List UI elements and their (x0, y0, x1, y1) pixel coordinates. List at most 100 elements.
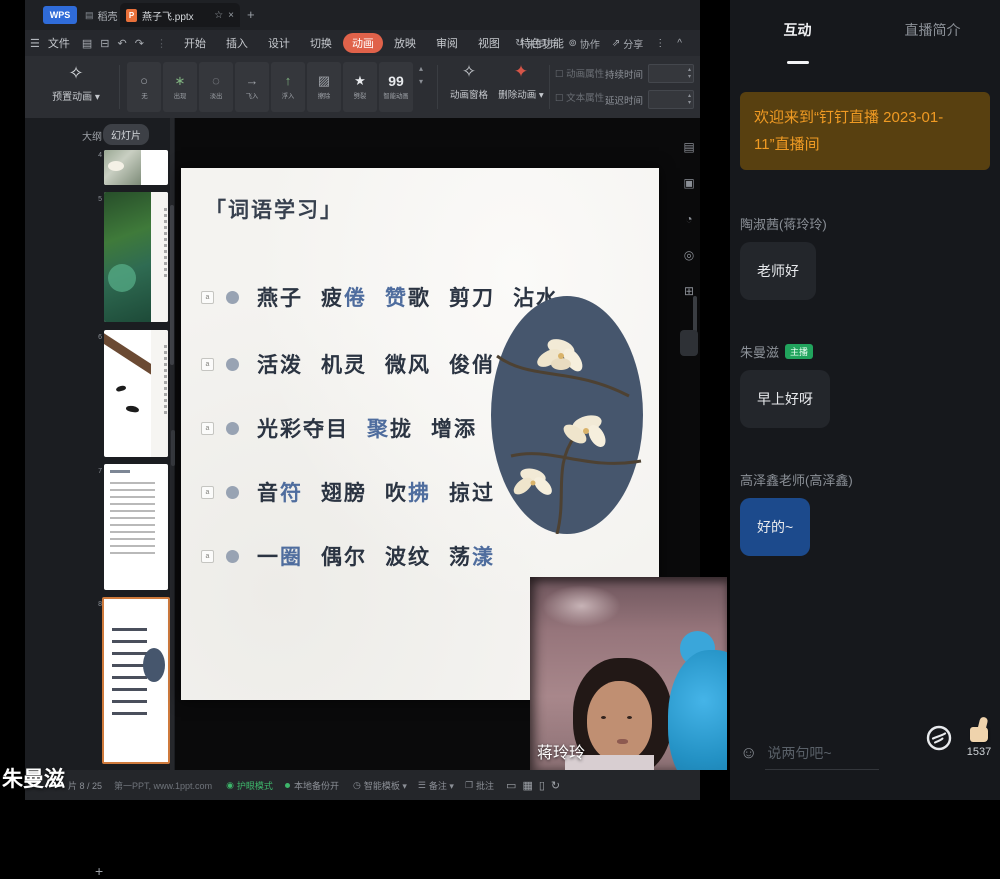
thumb-number: 6 (93, 334, 102, 341)
wps-home-button[interactable]: WPS (43, 6, 77, 24)
status-tool-备注 ▾[interactable]: ☰备注 ▾ (418, 779, 454, 792)
bullet-icon (226, 291, 239, 304)
side-tool-icon[interactable]: ◔ (685, 212, 692, 226)
menu-tab-审阅[interactable]: 审阅 (427, 33, 467, 53)
status-tool-批注[interactable]: ❐批注 (465, 779, 494, 792)
menu-tab-视图[interactable]: 视图 (469, 33, 509, 53)
animation-order-badge[interactable]: a (201, 486, 214, 499)
collapse-ribbon-icon[interactable]: ^ (677, 38, 682, 49)
animation-effect-cell[interactable]: ◌淡出 (199, 62, 233, 112)
view-icon[interactable]: ▯ (539, 779, 545, 792)
eye-protection-toggle[interactable]: ◉ 护眼模式 (226, 779, 273, 792)
side-tool-icon[interactable]: ▣ (683, 176, 694, 190)
file-menu[interactable]: 文件 (48, 35, 70, 51)
new-tab-button[interactable]: + (247, 7, 255, 22)
panel-splitter-grip[interactable] (693, 296, 697, 332)
menu-divider: ⋮ (156, 37, 167, 50)
animation-effect-label: 劈裂 (354, 91, 367, 100)
animation-pane-button[interactable]: ✧ 动画窗格 (447, 62, 491, 101)
quick-access-icon[interactable]: ↷ (135, 38, 144, 50)
word: 俊俏 (449, 349, 495, 379)
slide-thumbnail-6[interactable] (104, 330, 168, 457)
side-toolbar: ▤ ▣ ◔ ◎ ⊞ (676, 140, 702, 298)
side-tool-icon[interactable]: ◎ (684, 248, 694, 262)
animation-effect-cell[interactable]: 99智能动画 (379, 62, 413, 112)
local-backup-status[interactable]: 本地备份开 (285, 779, 339, 792)
hamburger-menu-icon[interactable]: ☰ (30, 37, 40, 50)
animation-ribbon: ✧ 预置动画 ▾ ○无∗出现◌淡出→飞入↑浮入▨擦除★劈裂99智能动画 ▴ ▾ … (25, 56, 700, 119)
animation-pane-label: 动画窗格 (447, 87, 491, 101)
chat-tab-直播简介[interactable]: 直播简介 (865, 20, 1000, 54)
view-icon[interactable]: ↻ (551, 779, 560, 792)
timing-spinner[interactable]: ▴▾ (648, 90, 694, 109)
slide-thumbnail-7[interactable] (104, 464, 168, 590)
menu-tab-切换[interactable]: 切换 (301, 33, 341, 53)
animation-order-badge[interactable]: a (201, 550, 214, 563)
menu-tab-插入[interactable]: 插入 (217, 33, 257, 53)
panel-splitter-grip[interactable] (171, 430, 175, 466)
word: 翅膀 (321, 477, 367, 507)
animation-order-badge[interactable]: a (201, 291, 214, 304)
view-icon[interactable]: ▦ (522, 779, 532, 792)
spinner-down-icon[interactable]: ▾ (688, 73, 691, 81)
slide-thumbnail-4[interactable] (104, 150, 168, 185)
more-options-icon[interactable]: ⋮ (655, 38, 665, 49)
side-tool-icon[interactable]: ▤ (683, 140, 694, 154)
quick-access-icon[interactable]: ⊟ (100, 38, 109, 50)
animation-effect-cell[interactable]: ∗出现 (163, 62, 197, 112)
quick-access-icon[interactable]: ↶ (118, 38, 127, 50)
gallery-up-icon[interactable]: ▴ (419, 64, 423, 73)
menu-action-未同步[interactable]: ↻未同步 (515, 36, 556, 51)
menu-action-协作[interactable]: ⊚协作 (569, 36, 600, 51)
student-webcam-feed[interactable]: 蒋玲玲 (530, 577, 727, 770)
favorite-star-icon[interactable]: ☆ (214, 10, 223, 21)
eye-label: 护眼模式 (237, 779, 273, 792)
menu-action-分享[interactable]: ⇗分享 (612, 36, 643, 51)
thumb-photo (104, 150, 141, 185)
thumbs-up-icon (970, 727, 988, 742)
timing-spinner[interactable]: ▴▾ (648, 64, 694, 83)
view-icon[interactable]: ▭ (506, 779, 516, 792)
side-toolbar-handle[interactable] (680, 330, 698, 356)
menu-tab-开始[interactable]: 开始 (175, 33, 215, 53)
slide-thumbnail-5[interactable] (104, 192, 168, 322)
gallery-scroll-arrows[interactable]: ▴ ▾ (419, 64, 423, 86)
animation-effect-label: 智能动画 (383, 91, 408, 100)
quick-access-icon[interactable]: ▤ (82, 38, 92, 50)
status-tool-智能模板 ▾[interactable]: ◷智能模板 ▾ (353, 779, 407, 792)
menu-tab-放映[interactable]: 放映 (385, 33, 425, 53)
tab-outline[interactable]: 大纲 (82, 128, 102, 143)
thumbnail-scrollbar-handle[interactable] (170, 205, 174, 365)
preset-animation-button[interactable]: ✧ 预置动画 ▾ (37, 62, 115, 103)
animation-effect-cell[interactable]: →飞入 (235, 62, 269, 112)
tab-slides[interactable]: 幻灯片 (103, 124, 149, 145)
delete-animation-button[interactable]: ✦ 删除动画 ▾ (495, 62, 547, 101)
animation-order-badge[interactable]: a (201, 422, 214, 435)
chat-tab-互动[interactable]: 互动 (730, 20, 865, 54)
animation-order-badge[interactable]: a (201, 358, 214, 371)
host-badge: 主播 (785, 344, 813, 359)
word-row: a一圈偶尔波纹荡漾 (201, 541, 495, 571)
close-tab-icon[interactable]: × (228, 10, 234, 21)
thumb-text-lines (112, 628, 147, 723)
slide-thumbnail-8-selected[interactable] (102, 597, 170, 764)
chat-bubble: 老师好 (740, 242, 816, 300)
animation-effect-cell[interactable]: ★劈裂 (343, 62, 377, 112)
dingtalk-logo-icon (926, 725, 952, 751)
status-tools: ◷智能模板 ▾ ☰备注 ▾ ❐批注 (353, 779, 494, 792)
emoji-icon[interactable]: ☺ (740, 743, 757, 763)
animation-effect-cell[interactable]: ↑浮入 (271, 62, 305, 112)
like-button[interactable]: 1537 (962, 716, 996, 758)
gallery-down-icon[interactable]: ▾ (419, 77, 423, 86)
tab-docer[interactable]: ▤ 稻壳 (85, 8, 118, 23)
like-count: 1537 (962, 746, 996, 758)
menu-tab-动画[interactable]: 动画 (343, 33, 383, 53)
tab-document[interactable]: P 燕子飞.pptx ☆ × (120, 3, 240, 27)
chat-input[interactable] (765, 737, 879, 770)
animation-effect-cell[interactable]: ▨擦除 (307, 62, 341, 112)
spinner-down-icon[interactable]: ▾ (688, 99, 691, 107)
menu-tab-设计[interactable]: 设计 (259, 33, 299, 53)
side-tool-icon[interactable]: ⊞ (684, 284, 694, 298)
add-slide-button[interactable]: + (95, 863, 103, 879)
animation-effect-cell[interactable]: ○无 (127, 62, 161, 112)
